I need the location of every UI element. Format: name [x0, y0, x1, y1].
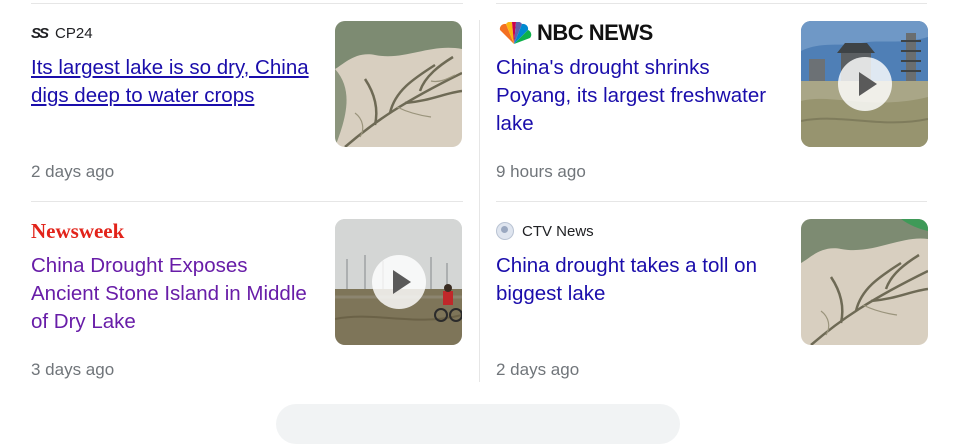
source-name: Newsweek [31, 218, 125, 243]
thumbnail-video-cyclist[interactable] [335, 219, 462, 345]
top-divider-left [31, 3, 463, 4]
timestamp: 9 hours ago [496, 162, 586, 181]
headline-link[interactable]: China's drought shrinks Poyang, its larg… [496, 54, 781, 138]
source-row: CTV News [496, 219, 594, 243]
play-icon[interactable] [371, 255, 426, 309]
top-divider-right [496, 3, 927, 4]
source-row: Newsweek [31, 219, 124, 243]
timestamp: 3 days ago [31, 360, 115, 379]
column-divider [479, 20, 480, 382]
play-icon[interactable] [837, 57, 892, 111]
source-name: CP24 [55, 24, 93, 42]
source-name: CTV News [522, 222, 594, 240]
peacock-icon [499, 22, 532, 44]
source-row: NBC NEWS [496, 20, 653, 46]
source-name: NBC NEWS [537, 20, 653, 45]
row-divider-right [496, 201, 927, 202]
thumbnail-video-pagoda[interactable] [801, 21, 928, 147]
timestamp: 2 days ago [31, 162, 115, 181]
source-row: SS CP24 [31, 21, 93, 45]
headline-link[interactable]: Its largest lake is so dry, China digs d… [31, 54, 316, 110]
news-card-newsweek[interactable]: Newsweek China Drought Exposes Ancient S… [31, 219, 463, 399]
headline-link[interactable]: China Drought Exposes Ancient Stone Isla… [31, 252, 316, 336]
more-news-button[interactable] [276, 404, 680, 444]
thumbnail-lake-bed[interactable] [801, 219, 928, 345]
nbc-logo: NBC NEWS [496, 20, 653, 46]
lake-bed-image [335, 21, 462, 147]
timestamp: 2 days ago [496, 360, 580, 379]
news-card-ctv[interactable]: CTV News China drought takes a toll on b… [496, 219, 928, 399]
thumbnail-lake-bed[interactable] [335, 21, 462, 147]
news-card-cp24[interactable]: SS CP24 Its largest lake is so dry, Chin… [31, 21, 463, 201]
row-divider-left [31, 201, 463, 202]
ctv-globe-icon [496, 222, 514, 240]
lake-bed-image [801, 219, 928, 345]
cp24-logo-icon: SS [31, 24, 49, 42]
headline-link[interactable]: China drought takes a toll on biggest la… [496, 252, 781, 308]
news-card-nbc[interactable]: NBC NEWS China's drought shrinks Poyang,… [496, 20, 928, 201]
